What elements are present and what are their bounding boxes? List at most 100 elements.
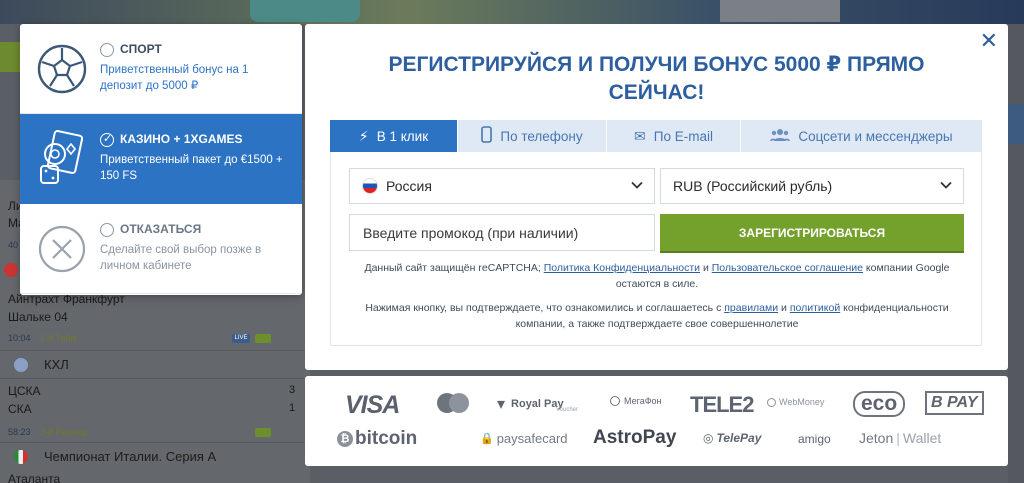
bg-match-time: 58:23 [8,427,31,437]
tab-label: По телефону [500,128,583,144]
telepay-text: TelePay [716,431,762,445]
conjunction: и [781,302,787,314]
webmoney-logo: WebMoney [767,397,824,407]
megafon-icon [610,396,620,406]
chevron-down-icon [940,181,952,189]
soccer-ball-icon [36,38,88,100]
bonus-title: КАЗИНО + 1XGAMES [120,132,243,146]
bonus-description: Приветственный пакет до €1500 + 150 FS [100,154,283,182]
privacy-policy-link[interactable]: Политика Конфиденциальности [544,262,700,274]
registration-dialog: ✕ РЕГИСТРИРУЙСЯ И ПОЛУЧИ БОНУС 5000 ₽ ПР… [305,24,1008,370]
currency-select[interactable]: RUB (Российский рубль) [660,168,964,204]
consent-note: Нажимая кнопку, вы подтверждаете, что оз… [361,300,953,332]
divider [0,350,310,351]
divider [0,378,310,379]
bg-flag-russia [14,358,28,372]
amigo-logo: amigo [798,432,831,446]
bg-flag-italy [14,450,28,464]
country-select[interactable]: Россия [349,168,655,204]
telepay-logo: ◎ TelePay [703,431,761,445]
stats-badge [255,428,271,437]
webmoney-icon [767,397,776,407]
jeton-text: Jeton [859,430,894,446]
lock-icon: 🔒 [480,433,494,445]
email-icon: ✉ [634,127,646,144]
divider [0,442,310,443]
bonus-description: Сделайте свой выбор позже в личном кабин… [100,244,262,272]
globe-icon: ◎ [703,431,714,445]
radio-sport[interactable] [100,43,114,57]
bg-match-period: 1-й Тайм [40,333,77,343]
phone-icon [481,126,493,146]
stats-badge [255,334,271,343]
promo-code-input[interactable] [349,214,655,251]
bg-match-time: 10:04 [8,333,31,343]
visa-logo: VISA [345,391,400,419]
bonus-option-casino[interactable]: ✓ КАЗИНО + 1XGAMES Приветственный пакет … [20,114,302,204]
webmoney-text: WebMoney [779,397,825,407]
terms-link[interactable]: Пользовательское соглашение [712,262,863,274]
bonus-selection-panel: СПОРТ Приветственный бонус на 1 депозит … [20,24,302,295]
bonus-option-decline[interactable]: ОТКАЗАТЬСЯ Сделайте свой выбор позже в л… [20,204,302,294]
close-circle-icon [36,218,88,280]
tab-label: По E-mail [653,128,713,144]
recaptcha-prefix: Данный сайт защищён reCAPTCHA; [364,262,541,274]
voucher-text: Voucher [556,407,579,413]
bg-league-title[interactable]: Чемпионат Италии. Серия А [44,449,216,464]
registration-tabs: ⚡ В 1 клик По телефону ✉ По E-mail Соцсе… [330,120,982,152]
bg-score: 3 [289,384,296,396]
russia-flag-icon [362,178,378,194]
lightning-icon: ⚡ [358,127,369,144]
tab-label: Соцсети и мессенджеры [798,128,953,144]
payment-methods: VISA ▾ Royal Pay Voucher МегаФон TELE2 W… [305,376,1008,466]
wallet-text: Wallet [902,430,942,446]
bg-team[interactable]: Аталанта [8,472,60,483]
royalpay-logo: ▾ Royal Pay [497,394,564,414]
bpay-logo: B PAY [925,391,984,415]
bitcoin-logo: ₿ bitcoin [337,428,417,450]
currency-value: RUB (Российский рубль) [673,178,833,194]
royalpay-icon: ▾ [497,396,506,413]
tab-one-click[interactable]: ⚡ В 1 клик [330,120,458,152]
bonus-description: Приветственный бонус на 1 депозит до 500… [100,64,249,92]
bonus-option-sport[interactable]: СПОРТ Приветственный бонус на 1 депозит … [20,24,302,114]
country-value: Россия [386,178,432,194]
mastercard-icon [435,391,471,415]
bg-team[interactable]: ЦСКА [8,384,41,398]
live-badge: LIVE [232,334,250,343]
chevron-down-icon [631,181,643,189]
megafon-text: МегаФон [624,396,662,406]
close-icon[interactable]: ✕ [980,30,998,52]
jeton-wallet-logo: Jeton | Wallet [859,430,941,446]
megafon-logo: МегаФон [610,396,662,406]
check-icon: ✓ [103,133,113,145]
register-button[interactable]: Зарегистрироваться [660,214,964,251]
rules-link[interactable]: правилами [724,302,778,314]
dialog-title: РЕГИСТРИРУЙСЯ И ПОЛУЧИ БОНУС 5000 ₽ ПРЯМ… [388,53,925,104]
bitcoin-icon: ₿ [337,431,353,447]
radio-casino-checked[interactable]: ✓ [100,133,114,147]
background-right-edge [1008,24,1024,483]
conjunction: и [702,262,709,274]
radio-decline[interactable] [100,223,114,237]
bitcoin-text: bitcoin [355,428,418,449]
bg-flag-germany [4,263,18,277]
bg-team[interactable]: Шальке 04 [8,310,68,324]
bg-team[interactable]: СКА [8,402,32,416]
consent-prefix: Нажимая кнопку, вы подтверждаете, что оз… [365,302,722,314]
bg-small-number: 40 [8,240,19,250]
registration-form: Россия RUB (Российский рубль) Зарегистри… [330,152,982,346]
bg-league-title[interactable]: КХЛ [44,357,69,372]
recaptcha-note: Данный сайт защищён reCAPTCHA; Политика … [361,260,953,292]
tab-email[interactable]: ✉ По E-mail [607,120,741,152]
tab-phone[interactable]: По телефону [458,120,607,152]
bg-match-period: 3-й Период [40,427,88,437]
tele2-logo: TELE2 [690,392,754,417]
astropay-logo: AstroPay [593,427,677,448]
policy-link[interactable]: политикой [790,302,840,314]
paysafecard-logo: 🔒 paysafecard [480,431,568,446]
tab-social[interactable]: Соцсети и мессенджеры [741,120,982,152]
bonus-title: ОТКАЗАТЬСЯ [120,222,202,236]
separator: | [896,430,900,446]
casino-cards-icon [36,128,88,190]
